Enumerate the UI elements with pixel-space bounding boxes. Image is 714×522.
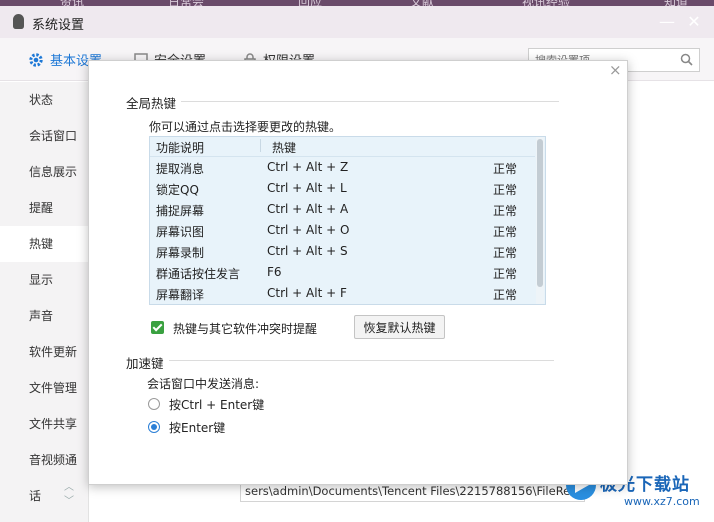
sidebar-item-file-sharing[interactable]: 文件共享 [0,406,88,442]
table-row[interactable]: 群通话按住发言 F6 正常 [150,262,535,283]
scroll-down-icon[interactable]: ﹀ [64,492,74,507]
row-function: 屏幕识图 [156,225,205,239]
row-function: 群通话按住发言 [156,267,241,281]
scrollbar-thumb[interactable] [537,139,543,287]
row-status: 正常 [493,183,518,197]
search-icon[interactable] [680,53,693,69]
row-function: 提取消息 [156,162,205,176]
row-function: 捕捉屏幕 [156,204,205,218]
table-row[interactable]: 锁定QQ Ctrl + Alt + L 正常 [150,178,535,199]
row-status: 正常 [493,267,518,281]
sidebar-item-chat-window[interactable]: 会话窗口 [0,118,88,154]
row-function: 屏幕翻译 [156,288,205,302]
section-divider [181,101,559,102]
row-hotkey: Ctrl + Alt + F [267,286,347,300]
table-row[interactable]: 提取消息 Ctrl + Alt + Z 正常 [150,157,535,178]
hotkey-hint: 你可以通过点击选择要更改的热键。 [149,120,342,134]
hotkey-table: 功能说明 热键 提取消息 Ctrl + Alt + Z 正常 锁定QQ Ctrl… [149,136,546,305]
gear-icon [28,52,44,72]
minimize-button[interactable]: — [656,11,678,33]
table-row[interactable]: 屏幕录制 Ctrl + Alt + S 正常 [150,241,535,262]
dialog-close-icon[interactable]: × [609,61,622,79]
table-row[interactable]: 捕捉屏幕 Ctrl + Alt + A 正常 [150,199,535,220]
row-hotkey: F6 [267,265,282,279]
row-hotkey: Ctrl + Alt + S [267,244,348,258]
accelerator-keys-title: 加速键 [126,356,164,371]
table-row[interactable]: 屏幕翻译 Ctrl + Alt + F 正常 [150,283,535,304]
ctrl-enter-label[interactable]: 按Ctrl + Enter键 [169,396,264,413]
row-status: 正常 [493,225,518,239]
hotkey-table-header: 功能说明 热键 [150,137,535,157]
row-status: 正常 [493,246,518,260]
hotkey-dialog: × 全局热键 你可以通过点击选择要更改的热键。 功能说明 热键 提取消息 Ctr… [88,60,628,485]
row-hotkey: Ctrl + Alt + O [267,223,350,237]
row-function: 屏幕录制 [156,246,205,260]
scroll-up-icon[interactable]: ︿ [64,478,74,493]
table-scrollbar[interactable] [536,137,544,304]
row-status: 正常 [493,162,518,176]
watermark-url: www.xz7.com [624,495,700,508]
ctrl-enter-radio[interactable] [148,398,160,410]
sidebar-item-software-update[interactable]: 软件更新 [0,334,88,370]
sidebar-item-status[interactable]: 状态 [0,82,88,118]
qq-penguin-icon [13,14,24,29]
title-bar: 系统设置 — ✕ [0,6,714,39]
enter-label[interactable]: 按Enter键 [169,419,225,436]
close-window-button[interactable]: ✕ [683,11,705,33]
sidebar-item-hotkeys[interactable]: 热键 [0,226,88,262]
enter-radio[interactable] [148,421,160,433]
window-title: 系统设置 [32,18,85,33]
sidebar-item-info-display[interactable]: 信息展示 [0,154,88,190]
section-divider [169,360,554,361]
row-status: 正常 [493,288,518,302]
row-status: 正常 [493,204,518,218]
restore-default-hotkeys-button[interactable]: 恢复默认热键 [354,315,445,339]
settings-sidebar: 状态 会话窗口 信息展示 提醒 热键 显示 声音 软件更新 文件管理 文件共享 … [0,82,89,522]
conflict-reminder-checkbox[interactable] [151,321,164,334]
row-function: 锁定QQ [156,183,199,197]
row-hotkey: Ctrl + Alt + Z [267,160,349,174]
sidebar-item-display[interactable]: 显示 [0,262,88,298]
send-message-label: 会话窗口中发送消息: [147,377,260,391]
global-hotkeys-title: 全局热键 [126,96,177,111]
column-divider [260,139,261,152]
conflict-reminder-label[interactable]: 热键与其它软件冲突时提醒 [173,320,317,337]
column-header-hotkey: 热键 [272,141,297,155]
sidebar-item-reminder[interactable]: 提醒 [0,190,88,226]
sidebar-item-av-call[interactable]: 音视频通话 [0,442,88,503]
table-row[interactable]: 屏幕识图 Ctrl + Alt + O 正常 [150,220,535,241]
row-hotkey: Ctrl + Alt + A [267,202,349,216]
row-hotkey: Ctrl + Alt + L [267,181,347,195]
sidebar-item-sound[interactable]: 声音 [0,298,88,334]
sidebar-item-file-management[interactable]: 文件管理 [0,370,88,406]
column-header-function: 功能说明 [156,141,205,155]
